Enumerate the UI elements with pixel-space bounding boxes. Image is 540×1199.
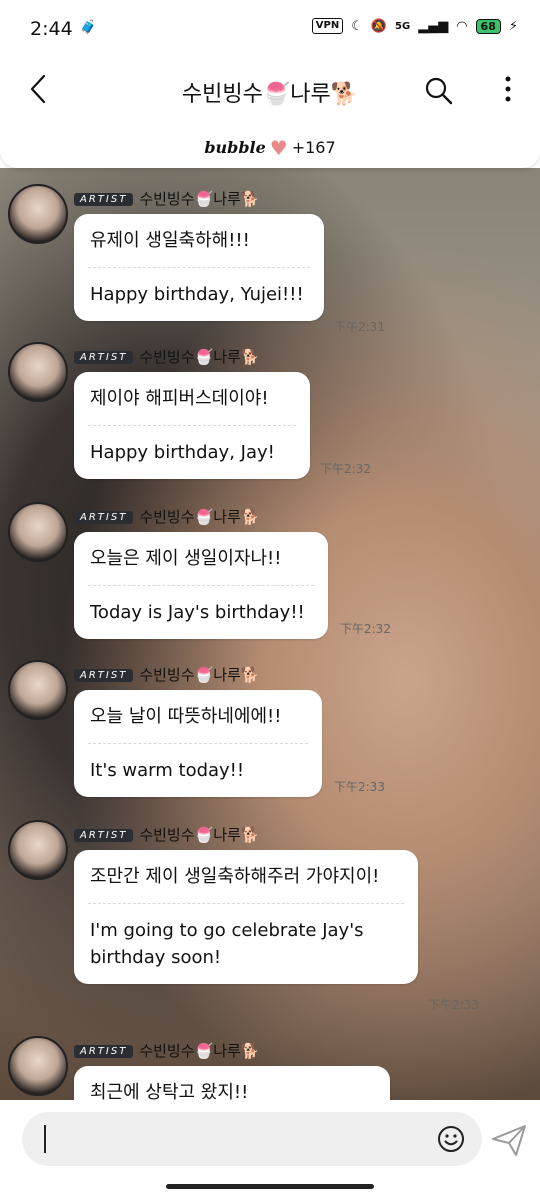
vpn-icon: VPN xyxy=(311,18,344,34)
avatar[interactable] xyxy=(8,660,68,720)
heart-icon[interactable]: ♥ xyxy=(270,136,288,160)
more-vertical-icon xyxy=(505,76,511,102)
artist-badge: ARTIST xyxy=(74,829,134,842)
message-translation: I'm going to go celebrate Jay's birthday… xyxy=(90,920,364,968)
sender-name: 수빈빙수🍧나루🐕 xyxy=(139,1042,260,1060)
sender-name: 수빈빙수🍧나루🐕 xyxy=(139,190,260,208)
sender-name: 수빈빙수🍧나루🐕 xyxy=(139,348,260,366)
signal-icon: ▂▄▆ xyxy=(418,18,449,34)
bubble-row: bubble ♥ +167 xyxy=(0,136,540,160)
message-translation: Happy birthday, Jay! xyxy=(90,442,275,463)
like-count: +167 xyxy=(291,138,336,157)
bubble-logo: bubble xyxy=(204,138,266,157)
charging-icon: ⚡ xyxy=(508,18,518,34)
artist-badge: ARTIST xyxy=(74,1045,134,1058)
emoji-button[interactable] xyxy=(436,1124,466,1154)
smiley-icon xyxy=(438,1126,464,1152)
moon-icon: ☾ xyxy=(351,18,363,34)
message-translation: Today is Jay's birthday!! xyxy=(90,602,305,623)
artist-badge: ARTIST xyxy=(74,193,134,206)
avatar[interactable] xyxy=(8,502,68,562)
sender-name: 수빈빙수🍧나루🐕 xyxy=(139,826,260,844)
sender-name: 수빈빙수🍧나루🐕 xyxy=(139,508,260,526)
wifi-icon: ◠ xyxy=(456,18,468,34)
message-time: 下午2:33 xyxy=(334,780,385,794)
sender-line: ARTIST 수빈빙수🍧나루🐕 xyxy=(74,506,259,527)
sender-line: ARTIST 수빈빙수🍧나루🐕 xyxy=(74,664,259,685)
page-title: 수빈빙수🍧나루🐕 xyxy=(181,82,359,107)
message-bubble[interactable]: 오늘은 제이 생일이자나!! Today is Jay's birthday!! xyxy=(74,532,328,639)
avatar[interactable] xyxy=(8,342,68,402)
more-options-button[interactable] xyxy=(504,74,512,111)
artist-badge: ARTIST xyxy=(74,511,134,524)
notification-icon: 🧳 xyxy=(80,20,97,35)
message-item: ARTIST 수빈빙수🍧나루🐕 오늘은 제이 생일이자나!! Today is J… xyxy=(8,502,528,652)
message-korean: 제이야 해피버스데이야! xyxy=(90,388,269,409)
message-time: 下午2:32 xyxy=(340,622,391,636)
avatar[interactable] xyxy=(8,1036,68,1096)
mute-icon: 🔕 xyxy=(370,18,388,34)
message-bubble[interactable]: 제이야 해피버스데이야! Happy birthday, Jay! xyxy=(74,372,310,479)
avatar[interactable] xyxy=(8,820,68,880)
artist-badge: ARTIST xyxy=(74,669,134,682)
text-caret xyxy=(44,1125,46,1153)
message-time: 下午2:32 xyxy=(320,462,371,476)
sender-line: ARTIST 수빈빙수🍧나루🐕 xyxy=(74,346,259,367)
avatar[interactable] xyxy=(8,184,68,244)
message-korean: 최근에 상탁고 왔지!! xyxy=(90,1082,249,1100)
chat-header: 수빈빙수🍧나루🐕 bubble ♥ +167 xyxy=(0,58,540,168)
message-korean: 오늘 날이 따뜻하네에에!! xyxy=(90,706,282,727)
battery-icon: 68 xyxy=(475,18,501,34)
artist-badge: ARTIST xyxy=(74,351,134,364)
status-bar: 2:44 🧳 VPN ☾ 🔕 5G ▂▄▆ ◠ 68 ⚡ xyxy=(0,0,540,58)
message-time: 下午2:31 xyxy=(334,320,385,334)
message-korean: 유제이 생일축하해!!! xyxy=(90,230,250,251)
chat-area[interactable]: ARTIST 수빈빙수🍧나루🐕 유제이 생일축하해!!! Happy birthd… xyxy=(0,168,540,1100)
sender-line: ARTIST 수빈빙수🍧나루🐕 xyxy=(74,824,259,845)
search-button[interactable] xyxy=(424,76,454,106)
message-korean: 조만간 제이 생일축하해주러 가야지이! xyxy=(90,866,380,887)
message-item: ARTIST 수빈빙수🍧나루🐕 오늘 날이 따뜻하네에에!! It's warm … xyxy=(8,660,528,810)
search-icon xyxy=(425,77,453,105)
home-indicator[interactable] xyxy=(166,1184,374,1189)
sender-line: ARTIST 수빈빙수🍧나루🐕 xyxy=(74,1040,259,1061)
message-bubble[interactable]: 오늘 날이 따뜻하네에에!! It's warm today!! xyxy=(74,690,322,797)
send-button[interactable] xyxy=(490,1122,528,1158)
message-bubble[interactable]: 유제이 생일축하해!!! Happy birthday, Yujei!!! xyxy=(74,214,324,321)
message-input[interactable] xyxy=(22,1112,482,1166)
message-korean: 오늘은 제이 생일이자나!! xyxy=(90,548,282,569)
message-bubble[interactable]: 최근에 상탁고 왔지!! xyxy=(74,1066,390,1100)
network-label: 5G xyxy=(395,20,411,32)
message-item: ARTIST 수빈빙수🍧나루🐕 유제이 생일축하해!!! Happy birthd… xyxy=(8,184,528,334)
status-time: 2:44 xyxy=(30,18,73,40)
sender-line: ARTIST 수빈빙수🍧나루🐕 xyxy=(74,188,259,209)
message-item: ARTIST 수빈빙수🍧나루🐕 최근에 상탁고 왔지!! xyxy=(8,1036,528,1100)
message-translation: Happy birthday, Yujei!!! xyxy=(90,284,304,305)
message-bubble[interactable]: 조만간 제이 생일축하해주러 가야지이! I'm going to go cel… xyxy=(74,850,418,984)
message-item: ARTIST 수빈빙수🍧나루🐕 제이야 해피버스데이야! Happy birthd… xyxy=(8,342,528,492)
sender-name: 수빈빙수🍧나루🐕 xyxy=(139,666,260,684)
message-translation: It's warm today!! xyxy=(90,760,245,781)
message-time: 下午2:33 xyxy=(428,998,479,1012)
input-bar xyxy=(0,1100,540,1199)
send-icon xyxy=(492,1125,526,1156)
status-icons: VPN ☾ 🔕 5G ▂▄▆ ◠ 68 ⚡ xyxy=(311,18,518,34)
message-item: ARTIST 수빈빙수🍧나루🐕 조만간 제이 생일축하해주러 가야지이! I'm … xyxy=(8,820,528,1020)
